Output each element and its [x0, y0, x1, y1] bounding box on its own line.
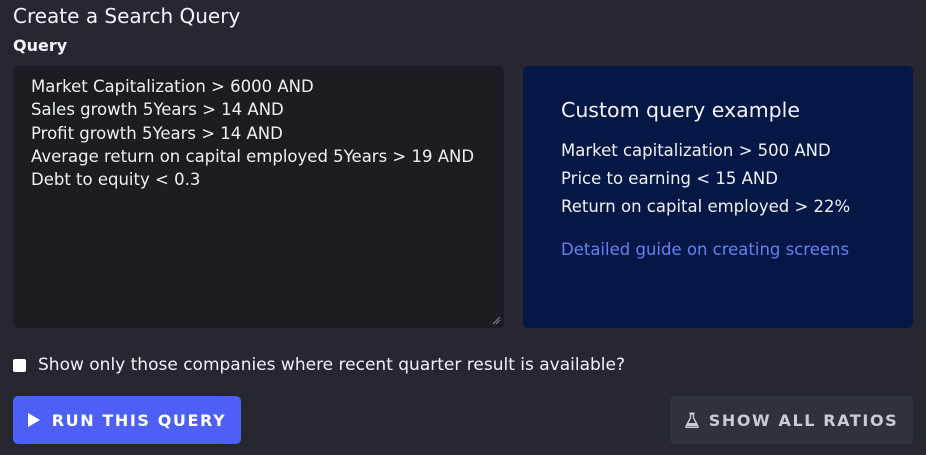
guide-link[interactable]: Detailed guide on creating screens — [561, 240, 875, 259]
query-line: Average return on capital employed 5Year… — [31, 146, 475, 166]
run-query-button[interactable]: RUN THIS QUERY — [13, 396, 241, 444]
query-line: Profit growth 5Years > 14 AND — [31, 123, 283, 143]
show-all-ratios-label: SHOW ALL RATIOS — [708, 410, 899, 430]
query-textarea[interactable]: Market Capitalization > 6000 AND Sales g… — [13, 66, 504, 328]
checkbox-label: Show only those companies where recent q… — [38, 355, 625, 375]
example-line: Market capitalization > 500 AND — [561, 141, 831, 160]
recent-quarter-option[interactable]: Show only those companies where recent q… — [13, 355, 625, 375]
query-line: Debt to equity < 0.3 — [31, 170, 201, 190]
query-label: Query — [13, 36, 68, 55]
page-title: Create a Search Query — [13, 4, 241, 28]
example-title: Custom query example — [561, 98, 800, 122]
show-all-ratios-button[interactable]: SHOW ALL RATIOS — [670, 396, 913, 444]
play-icon — [27, 413, 40, 427]
recent-quarter-checkbox[interactable] — [13, 358, 26, 372]
flask-icon — [684, 412, 699, 428]
query-line: Market Capitalization > 6000 AND — [31, 77, 314, 96]
example-line: Return on capital employed > 22% — [561, 197, 851, 216]
resize-handle-icon[interactable] — [492, 316, 501, 325]
query-line: Sales growth 5Years > 14 AND — [31, 100, 284, 120]
run-query-label: RUN THIS QUERY — [51, 410, 227, 430]
example-line: Price to earning < 15 AND — [561, 169, 778, 188]
query-example-panel: Custom query example Market capitalizati… — [523, 66, 913, 328]
